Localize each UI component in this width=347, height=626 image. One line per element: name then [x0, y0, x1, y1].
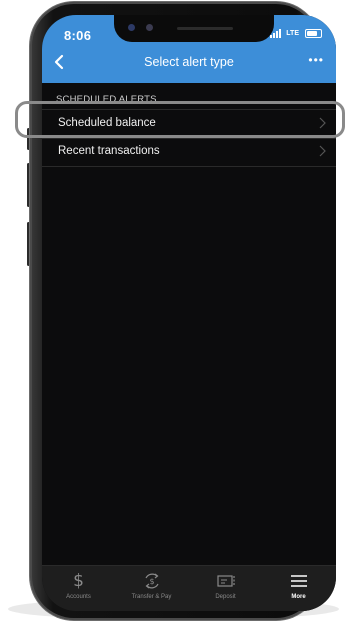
notch	[114, 15, 274, 42]
tab-more[interactable]: More	[262, 566, 335, 611]
status-indicators: LTE	[270, 29, 322, 38]
battery-icon	[305, 29, 322, 38]
menu-icon	[290, 575, 307, 587]
tab-label: Transfer & Pay	[131, 594, 172, 600]
page-title: Select alert type	[144, 55, 234, 69]
tab-accounts[interactable]: $ Accounts	[42, 566, 115, 611]
more-options-icon[interactable]: •••	[308, 53, 324, 67]
svg-text:$: $	[149, 577, 154, 586]
dollar-icon: $	[73, 570, 84, 591]
phone-screen: 8:06 LTE Select alert type ••• SCHEDULED…	[42, 15, 336, 611]
camera-icon	[128, 24, 135, 31]
speaker-grille	[177, 27, 233, 30]
app-header: 8:06 LTE Select alert type •••	[42, 15, 336, 83]
list-item-scheduled-balance[interactable]: Scheduled balance	[42, 109, 336, 139]
status-time: 8:06	[64, 28, 92, 43]
section-header: SCHEDULED ALERTS	[56, 94, 157, 105]
chevron-right-icon	[319, 117, 326, 129]
tab-label: Accounts	[66, 594, 91, 600]
chevron-right-icon	[319, 145, 326, 157]
list-item-label: Scheduled balance	[58, 117, 156, 129]
transfer-pay-icon: $	[144, 573, 159, 589]
tab-label: Deposit	[215, 594, 236, 600]
tab-label: More	[291, 594, 306, 600]
deposit-check-icon	[216, 575, 235, 587]
tab-transfer-pay[interactable]: $ Transfer & Pay	[115, 566, 188, 611]
sensor-icon	[146, 24, 153, 31]
list-item-label: Recent transactions	[58, 145, 160, 157]
list-item-recent-transactions[interactable]: Recent transactions	[42, 138, 336, 167]
bottom-tab-bar: $ Accounts $ Transfer & Pay Deposit More	[42, 565, 336, 611]
network-type: LTE	[286, 30, 299, 37]
tab-deposit[interactable]: Deposit	[189, 566, 262, 611]
